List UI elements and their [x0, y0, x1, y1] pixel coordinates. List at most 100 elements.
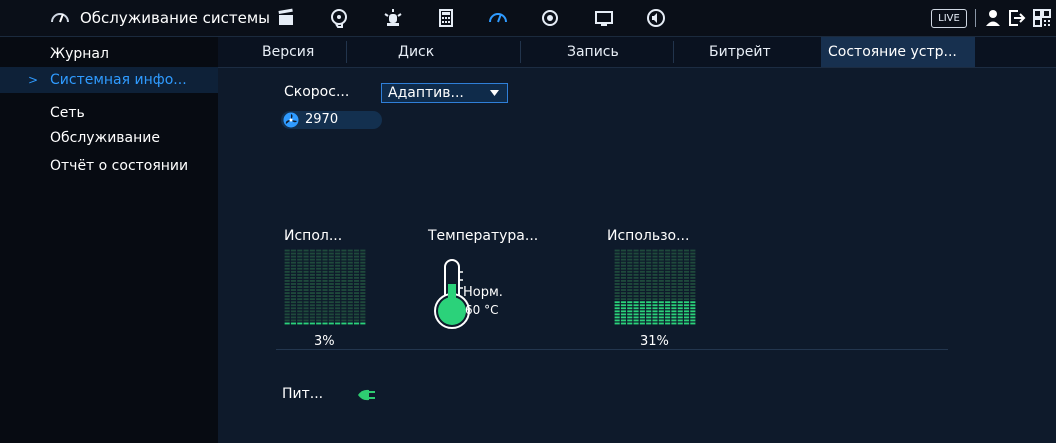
meter-cell	[322, 304, 328, 307]
meter-cell	[652, 258, 658, 261]
meter-cell	[690, 261, 696, 264]
meter-cell	[303, 286, 309, 288]
meter-cell	[341, 261, 347, 264]
meter-cell	[671, 313, 677, 316]
meter-cell	[328, 286, 334, 288]
meter-cell	[627, 316, 633, 319]
tab-record[interactable]: Запись	[567, 37, 619, 67]
meter-cell	[646, 304, 652, 307]
meter-cell	[303, 249, 309, 252]
logout-icon[interactable]	[1006, 8, 1026, 28]
tab-bitrate[interactable]: Битрейт	[709, 37, 771, 67]
brain-icon[interactable]	[329, 8, 349, 28]
meter-cell	[677, 252, 683, 255]
meter-cell	[328, 264, 334, 267]
tab-device-status[interactable]: Состояние устр...	[821, 37, 975, 67]
meter-cell	[620, 301, 627, 304]
meter-cell	[633, 307, 639, 310]
meter-cell	[322, 307, 328, 310]
meter-cell	[620, 313, 627, 316]
meter-cell	[620, 267, 627, 270]
sidebar: Журнал > Системная инфо... Сеть Обслужив…	[0, 37, 218, 443]
meter-cell	[322, 286, 328, 288]
meter-cell	[665, 310, 671, 313]
speaker-icon[interactable]	[646, 8, 666, 28]
sidebar-item-maintenance[interactable]: Обслуживание	[0, 125, 218, 151]
meter-cell	[341, 283, 347, 285]
meter-cell	[316, 261, 322, 264]
meter-cell	[284, 313, 290, 316]
meter-cell	[341, 276, 347, 279]
meter-cell	[683, 283, 690, 285]
meter-cell	[639, 298, 645, 301]
meter-cell	[627, 264, 633, 267]
meter-cell	[341, 267, 347, 270]
meter-cell	[322, 276, 328, 279]
meter-cell	[633, 283, 639, 285]
meter-cell	[284, 286, 290, 288]
tab-label: Состояние устр...	[828, 44, 957, 60]
meter-cell	[316, 276, 322, 279]
meter-cell	[297, 295, 303, 298]
meter-cell	[290, 292, 297, 294]
meter-cell	[639, 283, 645, 285]
meter-cell	[677, 283, 683, 285]
meter-cell	[303, 289, 309, 291]
meter-cell	[360, 270, 366, 273]
meter-cell	[614, 298, 620, 301]
meter-cell	[303, 316, 309, 319]
meter-cell	[341, 307, 347, 310]
gauge-icon[interactable]	[50, 8, 70, 28]
alarm-light-icon[interactable]	[383, 8, 403, 28]
meter-cell	[627, 255, 633, 258]
gauge-active-icon[interactable]	[488, 8, 508, 28]
clapperboard-icon[interactable]	[276, 8, 296, 28]
meter-cell	[360, 319, 366, 322]
meter-cell	[683, 322, 690, 325]
meter-cell	[284, 252, 290, 255]
meter-cell	[690, 304, 696, 307]
qr-code-icon[interactable]	[1032, 8, 1052, 28]
meter-cell	[665, 280, 671, 282]
sidebar-item-system-info[interactable]: > Системная инфо...	[0, 67, 218, 93]
fan-mode-select[interactable]: Адаптив...	[381, 83, 508, 103]
meter-cell	[658, 313, 664, 316]
monitor-icon[interactable]	[594, 8, 614, 28]
meter-cell	[633, 252, 639, 255]
calculator-icon[interactable]	[436, 8, 456, 28]
meter-cell	[353, 276, 360, 279]
meter-cell	[639, 255, 645, 258]
sidebar-item-log[interactable]: Журнал	[0, 41, 218, 67]
meter-cell	[303, 283, 309, 285]
meter-cell	[353, 255, 360, 258]
meter-cell	[627, 261, 633, 264]
power-plug-icon	[358, 389, 375, 401]
refresh-icon[interactable]	[540, 8, 560, 28]
meter-cell	[316, 249, 322, 252]
meter-cell	[284, 319, 290, 322]
meter-cell	[671, 252, 677, 255]
meter-cell	[690, 252, 696, 255]
meter-cell	[614, 322, 620, 325]
tab-version[interactable]: Версия	[262, 37, 314, 67]
meter-cell	[284, 322, 290, 325]
meter-cell	[639, 264, 645, 267]
meter-cell	[658, 261, 664, 264]
live-button[interactable]: LIVE	[931, 9, 967, 28]
tab-disk[interactable]: Диск	[398, 37, 434, 67]
meter-cell	[297, 267, 303, 270]
meter-cell	[328, 304, 334, 307]
sidebar-item-network[interactable]: Сеть	[0, 100, 218, 126]
meter-cell	[353, 252, 360, 255]
chevron-down-icon	[490, 90, 499, 96]
meter-cell	[297, 316, 303, 319]
user-icon[interactable]	[983, 8, 1003, 28]
meter-cell	[646, 286, 652, 288]
sidebar-item-status-report[interactable]: Отчёт о состоянии	[0, 153, 218, 179]
meter-cell	[627, 267, 633, 270]
meter-cell	[633, 286, 639, 288]
meter-cell	[658, 270, 664, 273]
meter-cell	[284, 258, 290, 261]
meter-cell	[335, 286, 341, 288]
meter-cell	[639, 270, 645, 273]
